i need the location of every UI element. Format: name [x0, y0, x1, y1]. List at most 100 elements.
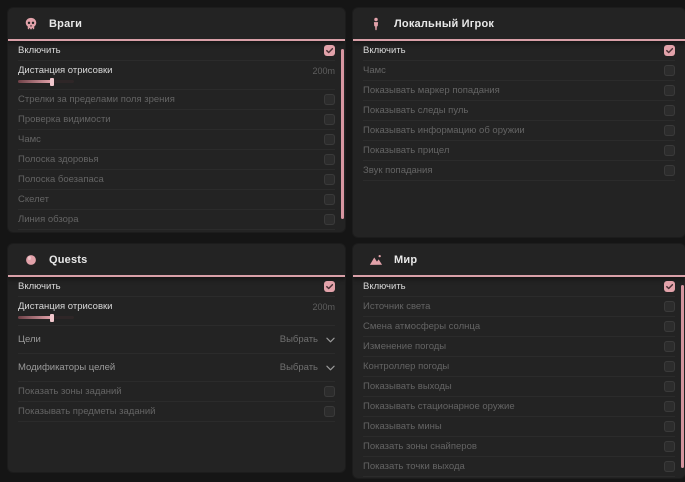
slider-thumb[interactable]: [50, 78, 54, 86]
chevron-down-icon: [326, 365, 335, 371]
checkbox[interactable]: [664, 441, 675, 452]
checkbox[interactable]: [324, 114, 335, 125]
option-label: Включить: [363, 45, 406, 56]
option-row[interactable]: Показывать следы пуль: [18, 230, 335, 232]
scrollbar-thumb[interactable]: [341, 49, 344, 219]
checkbox[interactable]: [664, 341, 675, 352]
checkbox[interactable]: [664, 301, 675, 312]
checkbox[interactable]: [324, 134, 335, 145]
panel-body: Включить Чамс Показывать маркер попадания П…: [353, 41, 685, 181]
checkbox[interactable]: [664, 145, 675, 156]
option-label: Цели: [18, 334, 41, 345]
dropdown-value: Выбрать: [280, 362, 318, 373]
option-row[interactable]: Включить: [363, 277, 675, 297]
scrollbar-thumb[interactable]: [681, 285, 684, 468]
slider[interactable]: [18, 80, 74, 83]
chevron-down-icon: [326, 337, 335, 343]
panel-header: Мир: [353, 244, 685, 277]
dropdown[interactable]: Выбрать: [280, 334, 335, 345]
mountain-icon: [369, 253, 383, 267]
checkbox[interactable]: [664, 125, 675, 136]
checkbox[interactable]: [324, 386, 335, 397]
checkbox[interactable]: [664, 461, 675, 472]
checkbox[interactable]: [664, 85, 675, 96]
option-row[interactable]: Линия обзора: [18, 210, 335, 230]
option-label: Дистанция отрисовки: [18, 65, 112, 76]
option-row[interactable]: Показать точки выхода: [363, 457, 675, 477]
option-label: Показывать выходы: [363, 381, 452, 392]
option-row[interactable]: Цели Выбрать: [18, 326, 335, 354]
option-row[interactable]: Включить: [363, 41, 675, 61]
option-row[interactable]: Показывать информацию об оружии: [363, 121, 675, 141]
option-label: Показать зоны снайперов: [363, 441, 477, 452]
panel-title: Мир: [394, 254, 417, 266]
option-label: Стрелки за пределами поля зрения: [18, 94, 175, 105]
option-row[interactable]: Стрелки за пределами поля зрения: [18, 90, 335, 110]
checkbox[interactable]: [324, 214, 335, 225]
option-row[interactable]: Чамс: [363, 61, 675, 81]
option-row[interactable]: Показывать маркер попадания: [363, 81, 675, 101]
option-row[interactable]: Модификаторы целейВыбрать: [18, 354, 335, 382]
option-label: Источник света: [363, 301, 430, 312]
option-row[interactable]: Источник света: [363, 297, 675, 317]
panel-body: ВключитьДистанция отрисовки200mСтрелки з…: [8, 41, 345, 232]
option-row[interactable]: Показать зоны заданий: [18, 382, 335, 402]
slider-value: 200m: [312, 302, 335, 312]
checkbox[interactable]: [664, 421, 675, 432]
option-label: Показать точки выхода: [363, 461, 465, 472]
panel-header: Локальный Игрок: [353, 8, 685, 41]
option-row[interactable]: Показывать прицел: [363, 141, 675, 161]
option-label: Чамс: [18, 134, 41, 145]
skull-icon: [24, 17, 38, 31]
option-row[interactable]: Смена атмосферы солнца: [363, 317, 675, 337]
checkbox[interactable]: [324, 45, 335, 56]
option-row[interactable]: Контроллер погоды: [363, 357, 675, 377]
checkbox[interactable]: [324, 406, 335, 417]
option-label: Включить: [363, 281, 406, 292]
option-row[interactable]: Полоска боезапаса: [18, 170, 335, 190]
checkbox[interactable]: [324, 94, 335, 105]
option-label: Полоска боезапаса: [18, 174, 104, 185]
panel-enemies: Враги ВключитьДистанция отрисовки200mСтр…: [8, 8, 345, 232]
orb-icon: [24, 253, 38, 267]
option-row[interactable]: Показывать мины: [363, 417, 675, 437]
panel-title: Quests: [49, 254, 88, 266]
option-row[interactable]: Показать зоны снайперов: [363, 437, 675, 457]
option-row[interactable]: Проверка видимости: [18, 110, 335, 130]
panel-header: Quests: [8, 244, 345, 277]
option-row[interactable]: Включить: [18, 41, 335, 61]
slider-thumb[interactable]: [50, 314, 54, 322]
option-row[interactable]: Полоска здоровья: [18, 150, 335, 170]
checkbox[interactable]: [664, 45, 675, 56]
checkbox[interactable]: [664, 321, 675, 332]
option-row[interactable]: Показывать предметы заданий: [18, 402, 335, 422]
checkbox[interactable]: [664, 165, 675, 176]
option-row[interactable]: Изменение погоды: [363, 337, 675, 357]
checkbox[interactable]: [324, 281, 335, 292]
option-row[interactable]: Показывать выходы: [363, 377, 675, 397]
slider[interactable]: [18, 316, 74, 319]
option-label: Показывать прицел: [363, 145, 449, 156]
checkbox[interactable]: [324, 154, 335, 165]
option-row[interactable]: Показывать следы пуль: [363, 101, 675, 121]
option-label: Показывать информацию об оружии: [363, 125, 525, 136]
checkbox[interactable]: [664, 105, 675, 116]
option-label: Показывать маркер попадания: [363, 85, 500, 96]
option-label: Показывать стационарное оружие: [363, 401, 515, 412]
panel-quests: Quests ВключитьДистанция отрисовки200mЦе…: [8, 244, 345, 472]
option-row[interactable]: Чамс: [18, 130, 335, 150]
option-label: Показывать мины: [363, 421, 442, 432]
checkbox[interactable]: [664, 401, 675, 412]
checkbox[interactable]: [324, 174, 335, 185]
dropdown[interactable]: Выбрать: [280, 362, 335, 373]
checkbox[interactable]: [664, 381, 675, 392]
checkbox[interactable]: [324, 194, 335, 205]
option-row[interactable]: Скелет: [18, 190, 335, 210]
option-row[interactable]: Показывать стационарное оружие: [363, 397, 675, 417]
option-row[interactable]: Звук попадания: [363, 161, 675, 181]
option-row[interactable]: Включить: [18, 277, 335, 297]
checkbox[interactable]: [664, 281, 675, 292]
checkbox[interactable]: [664, 361, 675, 372]
panel-title: Локальный Игрок: [394, 18, 494, 30]
checkbox[interactable]: [664, 65, 675, 76]
